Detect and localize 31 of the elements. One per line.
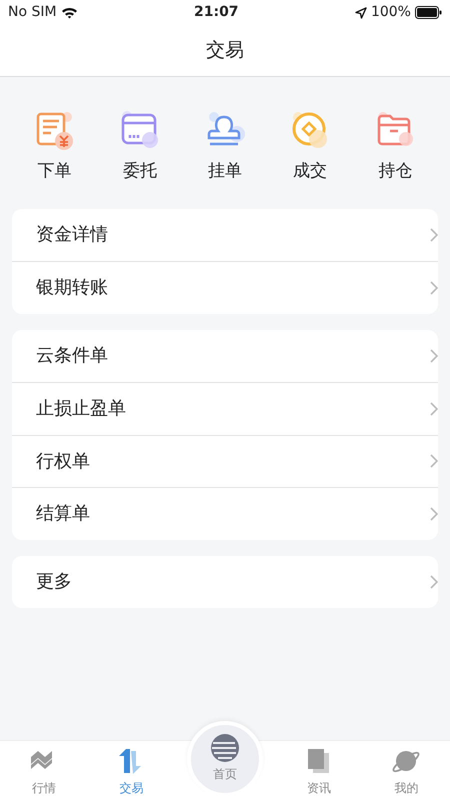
quick-action-button[interactable]: 委托 [110,109,170,184]
quick-action-button[interactable]: 挂单 [194,109,255,184]
time-text: 21:07 [194,3,239,22]
tab-item[interactable]: 资讯 [275,741,362,797]
chevron-right-icon [430,280,438,295]
quick-action-button[interactable]: 成交 [280,109,340,184]
quick-action-button[interactable]: 持仓 [365,109,426,184]
menu-item[interactable]: 资金详情 [12,208,438,261]
chevron-right-icon [430,574,438,589]
location-icon [354,6,367,18]
wifi-icon [60,6,78,19]
menu-item[interactable]: 更多 [12,556,438,608]
carrier-text: No SIM [8,3,57,22]
tab-item[interactable]: 交易 [88,741,175,797]
page-title: 交易 [206,38,244,64]
chevron-right-icon [430,402,438,416]
tab-item[interactable]: 行情 [0,741,88,797]
chevron-right-icon [430,506,438,521]
menu-item[interactable]: 结算单 [12,487,438,540]
tab-item[interactable]: 我的 [362,741,450,797]
battery-icon [414,6,442,19]
menu-item[interactable]: 止损止盈单 [12,382,438,434]
chevron-right-icon [430,228,438,242]
globe-icon [210,733,240,763]
chevron-right-icon [430,348,438,363]
menu-item[interactable]: 银期转账 [12,261,438,314]
quick-action-button[interactable]: 下单 [24,109,85,184]
battery-text: 100% [370,3,411,22]
menu-item[interactable]: 云条件单 [12,330,438,382]
menu-item[interactable]: 行权单 [12,434,438,487]
chevron-right-icon [430,454,438,468]
